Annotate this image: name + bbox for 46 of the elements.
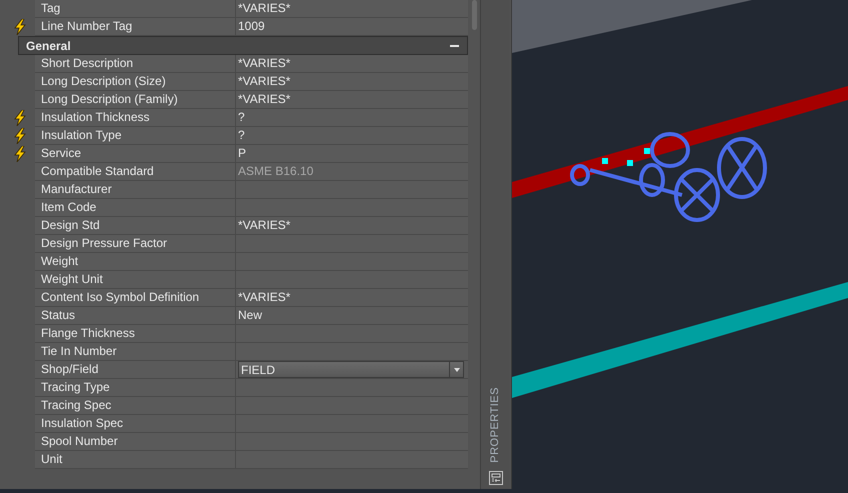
property-value[interactable]: *VARIES* [236, 0, 468, 18]
property-value[interactable]: 1009 [236, 18, 468, 36]
property-label: Short Description [35, 55, 236, 73]
property-label: Status [35, 307, 236, 325]
property-label: Service [35, 145, 236, 163]
property-label: Line Number Tag [35, 18, 236, 36]
property-label: Content Iso Symbol Definition [35, 289, 236, 307]
property-label: Spool Number [35, 433, 236, 451]
property-value: ASME B16.10 [236, 163, 468, 181]
property-value[interactable]: *VARIES* [236, 55, 468, 73]
property-label: Manufacturer [35, 181, 236, 199]
property-value[interactable]: ? [236, 109, 468, 127]
property-label: Unit [35, 451, 236, 469]
dropdown-field[interactable]: FIELD [238, 361, 464, 378]
property-value[interactable]: *VARIES* [236, 289, 468, 307]
property-label: Tracing Type [35, 379, 236, 397]
property-label: Insulation Thickness [35, 109, 236, 127]
caret-icon [454, 368, 460, 372]
property-value[interactable]: *VARIES* [236, 73, 468, 91]
property-label: Flange Thickness [35, 325, 236, 343]
property-label: Design Std [35, 217, 236, 235]
property-label: Weight [35, 253, 236, 271]
property-label: Insulation Type [35, 127, 236, 145]
property-label: Tag [35, 0, 236, 18]
property-value[interactable]: New [236, 307, 468, 325]
property-label: Item Code [35, 199, 236, 217]
palette-title: PROPERTIES [488, 387, 502, 463]
property-value[interactable] [236, 379, 468, 397]
property-label: Tie In Number [35, 343, 236, 361]
property-label: Design Pressure Factor [35, 235, 236, 253]
property-label: Long Description (Family) [35, 91, 236, 109]
property-label: Weight Unit [35, 271, 236, 289]
properties-icon[interactable] [488, 471, 502, 485]
property-label: Long Description (Size) [35, 73, 236, 91]
scrollbar-thumb[interactable] [472, 0, 476, 30]
property-label: Shop/Field [35, 361, 236, 379]
property-label: Compatible Standard [35, 163, 236, 181]
property-value[interactable] [236, 343, 468, 361]
property-value[interactable]: *VARIES* [236, 217, 468, 235]
property-value[interactable]: P [236, 145, 468, 163]
property-label: Insulation Spec [35, 415, 236, 433]
section-header[interactable]: General [18, 36, 468, 55]
section-title: General [26, 38, 71, 54]
property-label: Tracing Spec [35, 397, 236, 415]
property-value[interactable]: *VARIES* [236, 91, 468, 109]
property-value[interactable]: ? [236, 127, 468, 145]
